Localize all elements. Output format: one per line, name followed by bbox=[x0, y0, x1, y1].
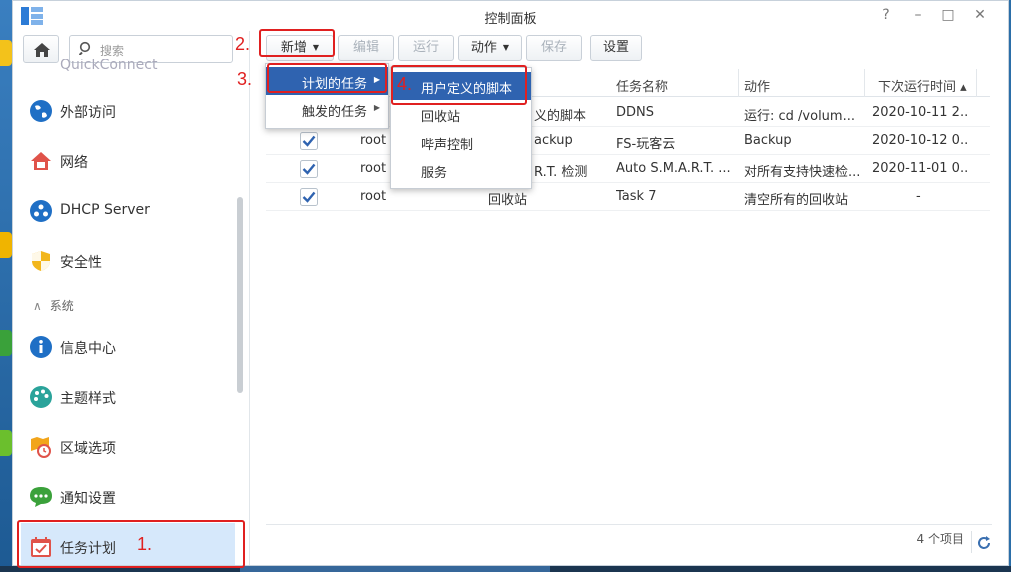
cell-task-name: FS-玩客云 bbox=[616, 137, 676, 152]
desktop-background bbox=[0, 0, 12, 572]
annotation-number-2: 2. bbox=[235, 34, 251, 54]
cell-type: ackup bbox=[534, 133, 573, 148]
sidebar: 搜索 QuickConnect 外部访问 网络 DHCP Server 安全性 … bbox=[13, 31, 249, 565]
search-placeholder: 搜索 bbox=[100, 44, 125, 58]
cell-action: 对所有支持快速检... bbox=[744, 165, 861, 180]
sidebar-item-notifications[interactable]: 通知设置 bbox=[21, 473, 235, 521]
cell-type: R.T. 检测 bbox=[534, 165, 588, 180]
sidebar-item-external-access[interactable]: 外部访问 bbox=[21, 87, 235, 135]
sidebar-item-network[interactable]: 网络 bbox=[21, 137, 235, 185]
cell-user: root bbox=[360, 133, 387, 148]
cell-task-name: Task 7 bbox=[616, 189, 657, 204]
checkbox-checked-icon[interactable] bbox=[300, 160, 318, 178]
cell-next-run: 2020-10-12 0... bbox=[872, 133, 968, 148]
cell-next-run: 2020-11-01 0... bbox=[872, 161, 968, 176]
edit-button[interactable]: 编辑 bbox=[338, 35, 394, 61]
desktop-icon bbox=[0, 40, 12, 66]
annotation-box-2 bbox=[259, 29, 335, 57]
menu-item-service[interactable]: 服务 bbox=[391, 156, 531, 184]
sidebar-scrollbar[interactable] bbox=[237, 197, 243, 393]
desktop-icon bbox=[0, 232, 12, 258]
cell-user: root bbox=[360, 161, 387, 176]
desktop-icon bbox=[0, 330, 12, 356]
minimize-icon[interactable]: – bbox=[909, 7, 927, 23]
search-icon bbox=[79, 41, 91, 55]
cell-user: root bbox=[360, 189, 387, 204]
table-row[interactable]: root ackup FS-玩客云 Backup 2020-10-12 0... bbox=[266, 127, 990, 155]
chat-bubble-icon bbox=[30, 487, 52, 507]
annotation-number-1: 1. bbox=[137, 534, 153, 554]
regional-clock-icon bbox=[31, 437, 51, 458]
sidebar-item-security[interactable]: 安全性 bbox=[21, 237, 235, 285]
shield-icon bbox=[32, 251, 50, 271]
cell-next-run: 2020-10-11 2... bbox=[872, 105, 968, 120]
column-header-task-name[interactable]: 任务名称 bbox=[616, 76, 668, 95]
toolbar: 新增 ▼ 编辑 运行 动作 ▼ 保存 设置 bbox=[250, 31, 1008, 67]
help-icon[interactable]: ? bbox=[877, 7, 895, 23]
table-row[interactable]: root R.T. 检测 Auto S.M.A.R.T. ... 对所有支持快速… bbox=[266, 155, 990, 183]
run-button[interactable]: 运行 bbox=[398, 35, 454, 61]
annotation-number-3: 3. bbox=[237, 69, 253, 89]
table-row[interactable]: root 回收站 Task 7 清空所有的回收站 - bbox=[266, 183, 990, 211]
chevron-up-icon: ∧ bbox=[33, 299, 42, 313]
maximize-icon[interactable]: □ bbox=[939, 7, 957, 23]
chevron-right-icon: ▶ bbox=[373, 103, 380, 112]
checkbox-checked-icon[interactable] bbox=[300, 132, 318, 150]
footer-separator bbox=[971, 531, 972, 553]
cell-type: 义的脚本 bbox=[534, 109, 587, 124]
title-bar: 控制面板 ? – □ ✕ bbox=[13, 1, 1008, 31]
cell-task-name: Auto S.M.A.R.T. ... bbox=[616, 161, 731, 176]
globe-icon bbox=[30, 100, 52, 122]
palette-icon bbox=[30, 386, 52, 408]
sidebar-item-theme[interactable]: 主题样式 bbox=[21, 373, 235, 421]
caret-down-icon: ▼ bbox=[502, 43, 510, 52]
sidebar-item-regional-options[interactable]: 区域选项 bbox=[21, 423, 235, 471]
menu-item-triggered-task[interactable]: 触发的任务 ▶ bbox=[266, 95, 388, 123]
close-icon[interactable]: ✕ bbox=[971, 7, 989, 23]
sidebar-item-dhcp-server[interactable]: DHCP Server bbox=[21, 187, 235, 235]
annotation-box-1 bbox=[17, 520, 245, 568]
sidebar-item-info-center[interactable]: 信息中心 bbox=[21, 323, 235, 371]
desktop-icon bbox=[0, 430, 12, 456]
dhcp-icon bbox=[30, 200, 52, 222]
cell-action: Backup bbox=[744, 133, 792, 148]
cell-action: 运行: cd /volum... bbox=[744, 109, 855, 124]
cell-type: 回收站 bbox=[488, 193, 528, 208]
annotation-box-3 bbox=[267, 63, 387, 93]
menu-item-beep-control[interactable]: 哔声控制 bbox=[391, 128, 531, 156]
window-title: 控制面板 bbox=[484, 12, 537, 27]
item-count: 4 个项目 bbox=[916, 532, 964, 546]
checkbox-checked-icon[interactable] bbox=[300, 188, 318, 206]
footer-divider bbox=[266, 524, 992, 525]
save-button[interactable]: 保存 bbox=[526, 35, 582, 61]
cell-next-run: - bbox=[916, 189, 921, 204]
cell-task-name: DDNS bbox=[616, 105, 654, 120]
info-icon bbox=[30, 336, 52, 358]
network-house-icon bbox=[31, 152, 51, 170]
cell-action: 清空所有的回收站 bbox=[744, 193, 849, 208]
column-header-next-run[interactable]: 下次运行时间 ▴ bbox=[878, 76, 967, 95]
control-panel-window: 控制面板 ? – □ ✕ 搜索 QuickConnect 外部访问 网络 DHC… bbox=[12, 0, 1009, 568]
action-button[interactable]: 动作 ▼ bbox=[458, 35, 522, 61]
section-system-header[interactable]: ∧ 系统 bbox=[33, 297, 74, 314]
sidebar-item-quickconnect[interactable]: QuickConnect bbox=[21, 59, 235, 89]
column-header-action[interactable]: 动作 bbox=[744, 76, 770, 95]
refresh-icon[interactable] bbox=[976, 535, 992, 551]
annotation-number-4: 4. bbox=[397, 74, 413, 94]
settings-button[interactable]: 设置 bbox=[590, 35, 642, 61]
